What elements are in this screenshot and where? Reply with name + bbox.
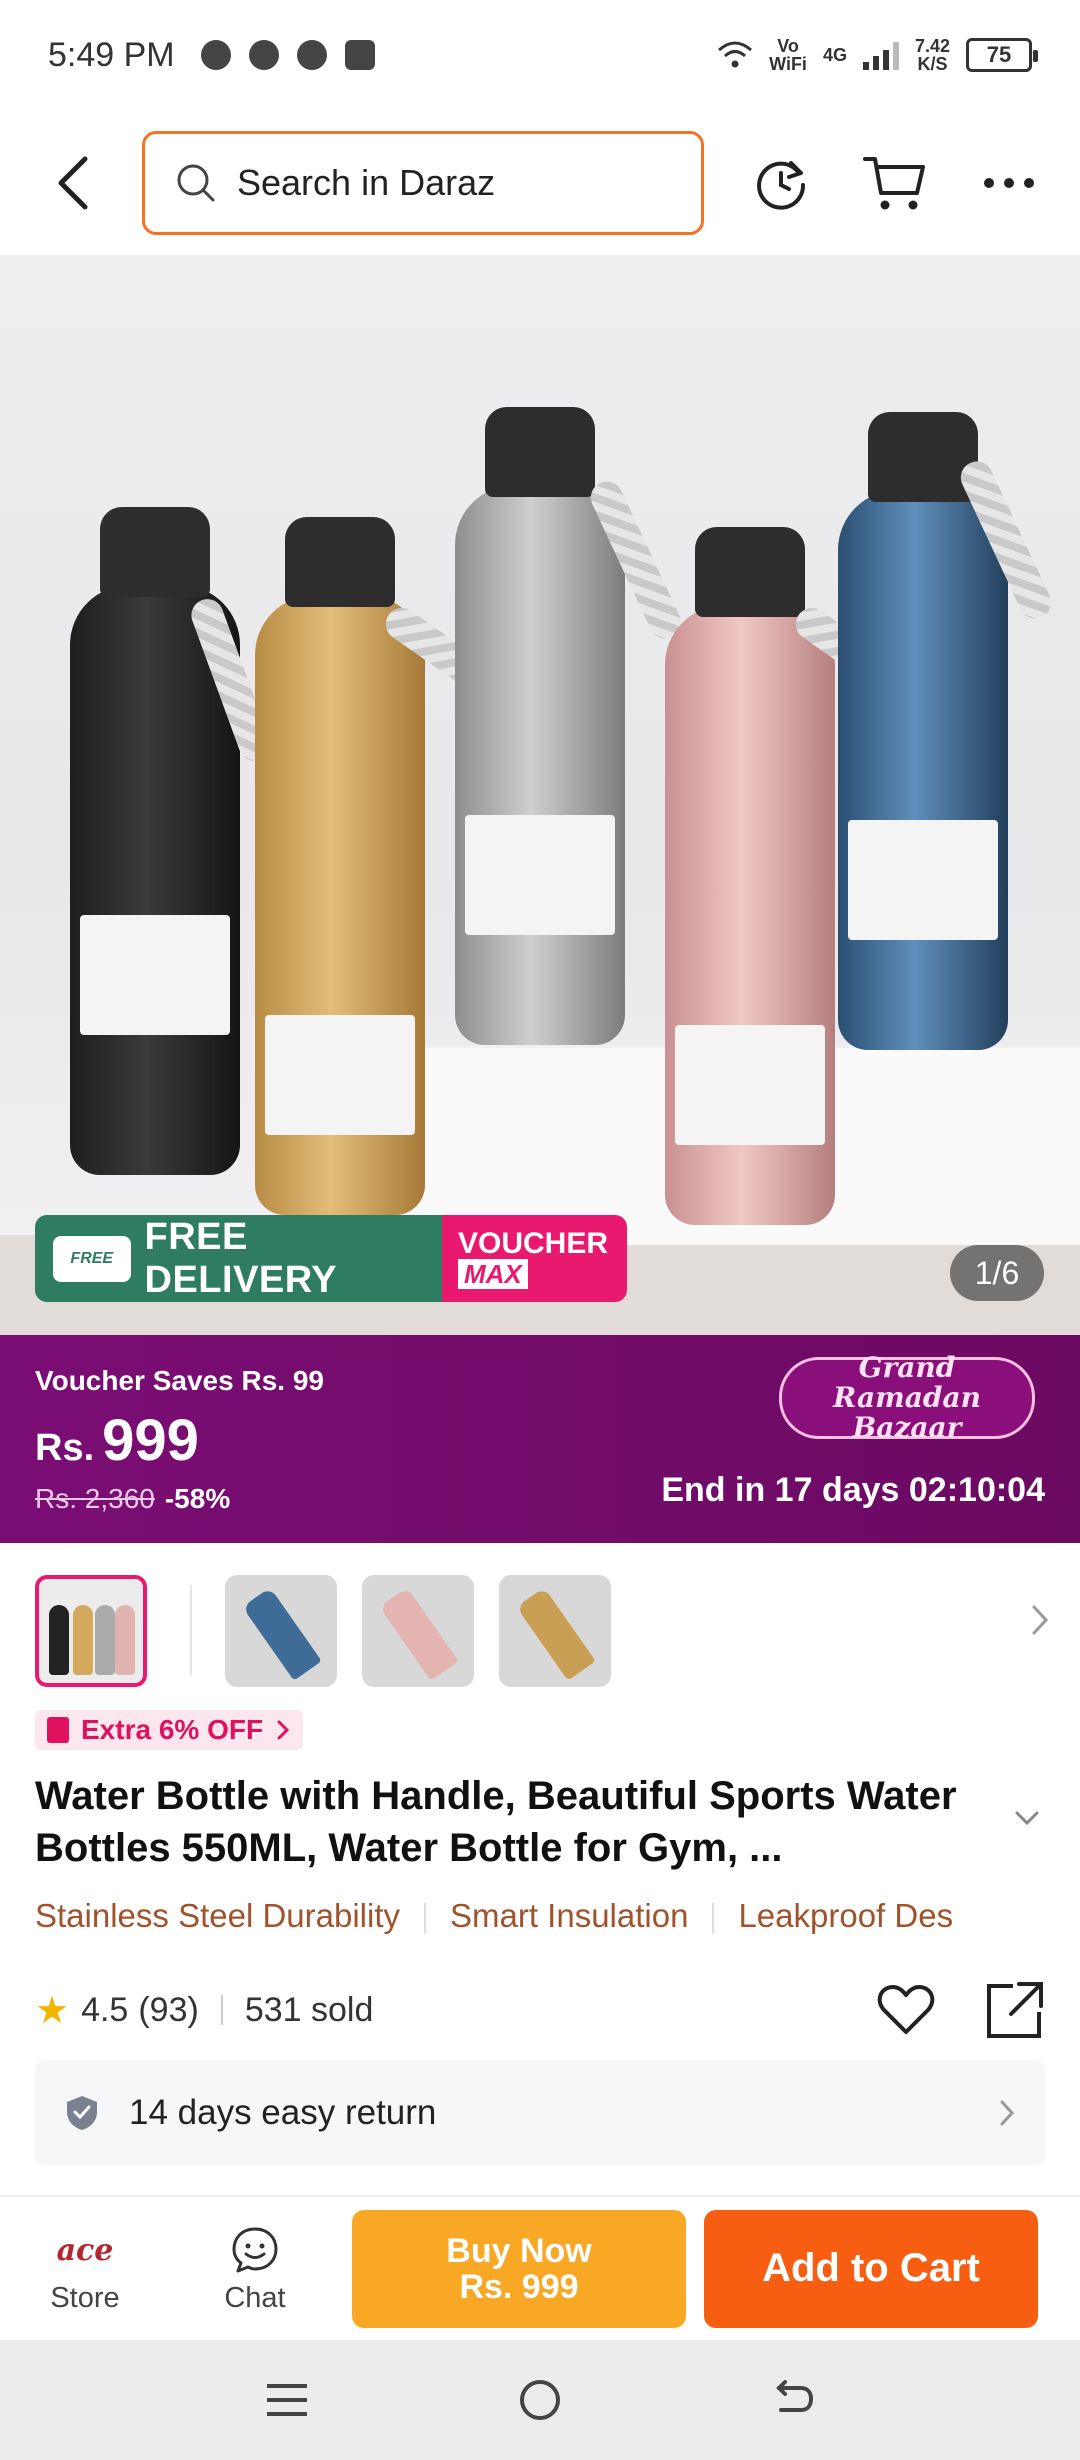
voucher-max-badge: VOUCHER MAX <box>442 1215 627 1302</box>
rating-value[interactable]: 4.5 <box>81 1991 128 2030</box>
app-square-icon <box>344 40 375 70</box>
status-time: 5:49 PM <box>48 35 175 74</box>
home-icon[interactable] <box>518 2378 562 2422</box>
menu-icon[interactable] <box>265 2380 309 2420</box>
add-to-cart-button[interactable]: Add to Cart <box>704 2209 1038 2328</box>
product-bottle-pink <box>665 527 835 1225</box>
share-icon[interactable] <box>985 1980 1045 2040</box>
discount-percent: -58% <box>164 1483 231 1514</box>
voucher-saves-text: Voucher Saves Rs. 99 <box>35 1365 324 1396</box>
review-count[interactable]: (93) <box>138 1991 198 2030</box>
more-dots-icon <box>984 177 1034 188</box>
network-speed: 7.42 K/S <box>914 36 950 74</box>
product-bottle-gold <box>255 517 425 1215</box>
voucher-tag-icon <box>47 1717 69 1743</box>
bottom-action-bar: ace Store Chat Buy Now Rs. 999 Add to Ca… <box>0 2195 1080 2340</box>
chevron-right-icon <box>1032 1605 1049 1635</box>
cart-button[interactable] <box>860 148 930 218</box>
product-bottle-blue <box>838 412 1008 1050</box>
search-icon <box>177 164 215 201</box>
heart-icon[interactable] <box>877 1984 935 2036</box>
store-label: Store <box>50 2282 120 2314</box>
chevron-down-icon <box>1015 1811 1039 1826</box>
cart-icon <box>863 156 925 209</box>
facebook-icon <box>200 40 231 70</box>
feature-tag: Leakproof Des <box>738 1897 954 1934</box>
thumbnail-divider <box>190 1585 192 1675</box>
wifi-icon <box>718 41 753 68</box>
thumbnail-strip <box>0 1575 1080 1690</box>
thumbnail-2[interactable] <box>225 1575 337 1687</box>
return-policy-text: 14 days easy return <box>129 2092 437 2132</box>
network-label: 4G <box>822 45 847 65</box>
extra-off-badge[interactable]: Extra 6% OFF <box>35 1710 304 1750</box>
system-nav-bar <box>0 2340 1080 2460</box>
product-title: Water Bottle with Handle, Beautiful Spor… <box>35 1774 957 1870</box>
back-button[interactable] <box>38 148 108 218</box>
product-image-carousel[interactable]: FREE FREE DELIVERY VOUCHER MAX 1/6 <box>0 255 1080 1335</box>
search-placeholder: Search in Daraz <box>237 161 496 203</box>
store-button[interactable]: ace Store <box>0 2222 170 2315</box>
thumbnail-3[interactable] <box>362 1575 474 1687</box>
free-delivery-text: FREE DELIVERY <box>144 1215 338 1301</box>
expand-title-button[interactable] <box>1014 1810 1040 1831</box>
signal-icon <box>862 40 899 70</box>
campaign-badge: Grand Ramadan Bazaar <box>779 1353 1035 1443</box>
chevron-right-icon <box>277 1720 290 1740</box>
chevron-left-icon <box>58 156 88 209</box>
app-notification-icon <box>296 40 327 70</box>
sold-count: 531 sold <box>244 1990 374 2029</box>
top-header: Search in Daraz <box>0 110 1080 255</box>
history-button[interactable] <box>746 148 816 218</box>
current-price: Rs. 999 <box>35 1408 199 1473</box>
price-banner: Voucher Saves Rs. 99 Rs. 999 Rs. 2,360 -58… <box>0 1335 1080 1543</box>
refresh-icon <box>757 160 806 210</box>
back-nav-icon[interactable] <box>771 2380 815 2420</box>
star-icon: ★ <box>35 1989 70 2032</box>
rating-row: ★ 4.5 (93) 531 sold <box>35 1980 1045 2040</box>
search-input[interactable]: Search in Daraz <box>142 130 704 235</box>
store-logo: ace <box>56 2232 114 2268</box>
image-page-counter: 1/6 <box>950 1245 1044 1301</box>
promo-banner: FREE FREE DELIVERY VOUCHER MAX <box>35 1215 627 1302</box>
delivery-truck-icon: FREE <box>53 1235 131 1282</box>
feature-tag: Stainless Steel Durability <box>35 1897 400 1934</box>
original-price: Rs. 2,360 -58% <box>35 1483 231 1514</box>
feature-tag: Smart Insulation <box>450 1897 689 1934</box>
buy-now-button[interactable]: Buy Now Rs. 999 <box>352 2209 686 2328</box>
thumbnail-next-button[interactable] <box>1030 1603 1050 1642</box>
chat-icon <box>232 2227 278 2273</box>
product-bottle-silver <box>455 407 625 1045</box>
sale-countdown: End in 17 days 02:10:04 <box>661 1471 1045 1509</box>
status-bar: 5:49 PM Vo WiFi 4G 7.42 K/S 75 <box>0 0 1080 110</box>
notification-icons <box>200 40 375 70</box>
thumbnail-4[interactable] <box>499 1575 611 1687</box>
vowifi-label: Vo WiFi <box>769 36 807 74</box>
chat-label: Chat <box>224 2282 286 2314</box>
battery-icon: 75 <box>966 38 1038 72</box>
shield-check-icon <box>67 2095 97 2130</box>
snapchat-icon <box>248 40 279 70</box>
feature-highlights: Stainless Steel Durability Smart Insulati… <box>35 1897 1080 1947</box>
return-policy-row[interactable]: 14 days easy return <box>35 2060 1045 2165</box>
chevron-right-icon <box>1000 2100 1015 2125</box>
chat-button[interactable]: Chat <box>170 2222 340 2315</box>
status-indicators: Vo WiFi 4G 7.42 K/S 75 <box>717 36 1038 74</box>
more-options-button[interactable] <box>974 148 1044 218</box>
thumbnail-1[interactable] <box>35 1575 147 1687</box>
